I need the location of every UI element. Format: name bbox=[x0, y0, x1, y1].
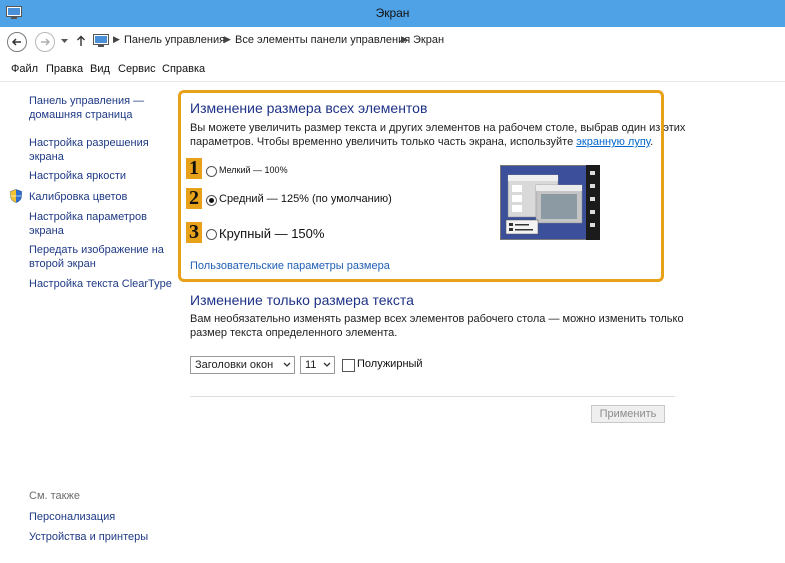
back-button[interactable] bbox=[7, 32, 27, 52]
window-title: Экран bbox=[375, 6, 410, 20]
see-also-label: См. также bbox=[29, 490, 80, 502]
forward-arrow-icon bbox=[41, 38, 51, 46]
chevron-down-icon bbox=[323, 362, 331, 367]
recent-pages-dropdown-icon[interactable] bbox=[61, 39, 68, 44]
see-also-personalization[interactable]: Персонализация bbox=[29, 510, 115, 524]
font-size-select[interactable]: 11 bbox=[300, 356, 335, 374]
font-size-select-value: 11 bbox=[305, 359, 317, 371]
breadcrumb-display[interactable]: Экран bbox=[413, 34, 444, 46]
display-preview-image bbox=[500, 165, 600, 240]
control-panel-location-icon bbox=[93, 34, 109, 47]
bold-checkbox-label: Полужирный bbox=[357, 358, 423, 370]
radio-medium[interactable] bbox=[206, 195, 217, 206]
bold-checkbox[interactable] bbox=[342, 359, 355, 372]
breadcrumb-separator: ▶ bbox=[113, 34, 120, 44]
step-badge-3: 3 bbox=[186, 222, 202, 243]
sidebar-item-home-cont[interactable]: домашняя страница bbox=[29, 108, 133, 122]
section-heading-text-only: Изменение только размера текста bbox=[190, 292, 414, 308]
option-large-label: Крупный — 150% bbox=[219, 226, 325, 241]
sidebar-item-resolution-cont[interactable]: экрана bbox=[29, 150, 64, 164]
sidebar-item-brightness[interactable]: Настройка яркости bbox=[29, 169, 126, 183]
sidebar-item-resolution[interactable]: Настройка разрешения bbox=[29, 136, 149, 150]
menu-view[interactable]: Вид bbox=[90, 63, 110, 75]
breadcrumb-all-items[interactable]: Все элементы панели управления bbox=[235, 34, 410, 46]
see-also-devices-printers[interactable]: Устройства и принтеры bbox=[29, 530, 148, 544]
step-badge-2: 2 bbox=[186, 188, 202, 209]
description-text: параметров. Чтобы временно увеличить тол… bbox=[190, 136, 577, 148]
title-bar: Экран bbox=[0, 0, 785, 27]
menu-tools[interactable]: Сервис bbox=[118, 63, 156, 75]
forward-button[interactable] bbox=[35, 32, 55, 52]
option-medium-label: Средний — 125% (по умолчанию) bbox=[219, 193, 392, 205]
custom-size-link[interactable]: Пользовательские параметры размера bbox=[190, 260, 390, 272]
shield-icon bbox=[10, 189, 22, 203]
element-select-value: Заголовки окон bbox=[195, 359, 274, 371]
section-description-line1: Вы можете увеличить размер текста и друг… bbox=[190, 122, 686, 134]
up-arrow-icon[interactable] bbox=[76, 35, 86, 47]
address-bar: ▶ Панель управления ▶ Все элементы панел… bbox=[0, 27, 785, 57]
chevron-down-icon bbox=[283, 362, 291, 367]
breadcrumb-control-panel[interactable]: Панель управления bbox=[124, 34, 225, 46]
back-arrow-icon bbox=[11, 38, 21, 46]
menu-file[interactable]: Файл bbox=[11, 63, 38, 75]
section-description-line2: параметров. Чтобы временно увеличить тол… bbox=[190, 135, 653, 150]
menu-bar: Файл Правка Вид Сервис Справка bbox=[0, 57, 785, 82]
sidebar-item-project-cont[interactable]: второй экран bbox=[29, 257, 96, 271]
breadcrumb-separator: ▶ bbox=[401, 34, 408, 44]
apply-button[interactable]: Применить bbox=[591, 405, 665, 423]
description-suffix: . bbox=[650, 136, 654, 148]
section-heading-all-elements: Изменение размера всех элементов bbox=[190, 100, 428, 116]
step-badge-1: 1 bbox=[186, 158, 202, 179]
menu-edit[interactable]: Правка bbox=[46, 63, 83, 75]
divider bbox=[190, 396, 675, 397]
element-select[interactable]: Заголовки окон bbox=[190, 356, 295, 374]
sidebar-item-color-calibration[interactable]: Калибровка цветов bbox=[29, 190, 127, 204]
sidebar-item-cleartype[interactable]: Настройка текста ClearType bbox=[29, 277, 172, 291]
magnifier-link[interactable]: экранную лупу bbox=[576, 136, 650, 148]
sidebar-item-display-settings[interactable]: Настройка параметров bbox=[29, 210, 147, 224]
radio-large[interactable] bbox=[206, 229, 217, 240]
sidebar-item-home[interactable]: Панель управления — bbox=[29, 94, 144, 108]
option-small-label: Мелкий — 100% bbox=[219, 165, 288, 175]
text-only-description-line1: Вам необязательно изменять размер всех э… bbox=[190, 313, 684, 325]
sidebar-item-project[interactable]: Передать изображение на bbox=[29, 243, 164, 257]
radio-small[interactable] bbox=[206, 166, 217, 177]
breadcrumb-separator: ▶ bbox=[224, 34, 231, 44]
sidebar-item-display-settings-cont[interactable]: экрана bbox=[29, 224, 64, 238]
text-only-description-line2: размер текста определенного элемента. bbox=[190, 327, 398, 339]
menu-help[interactable]: Справка bbox=[162, 63, 205, 75]
